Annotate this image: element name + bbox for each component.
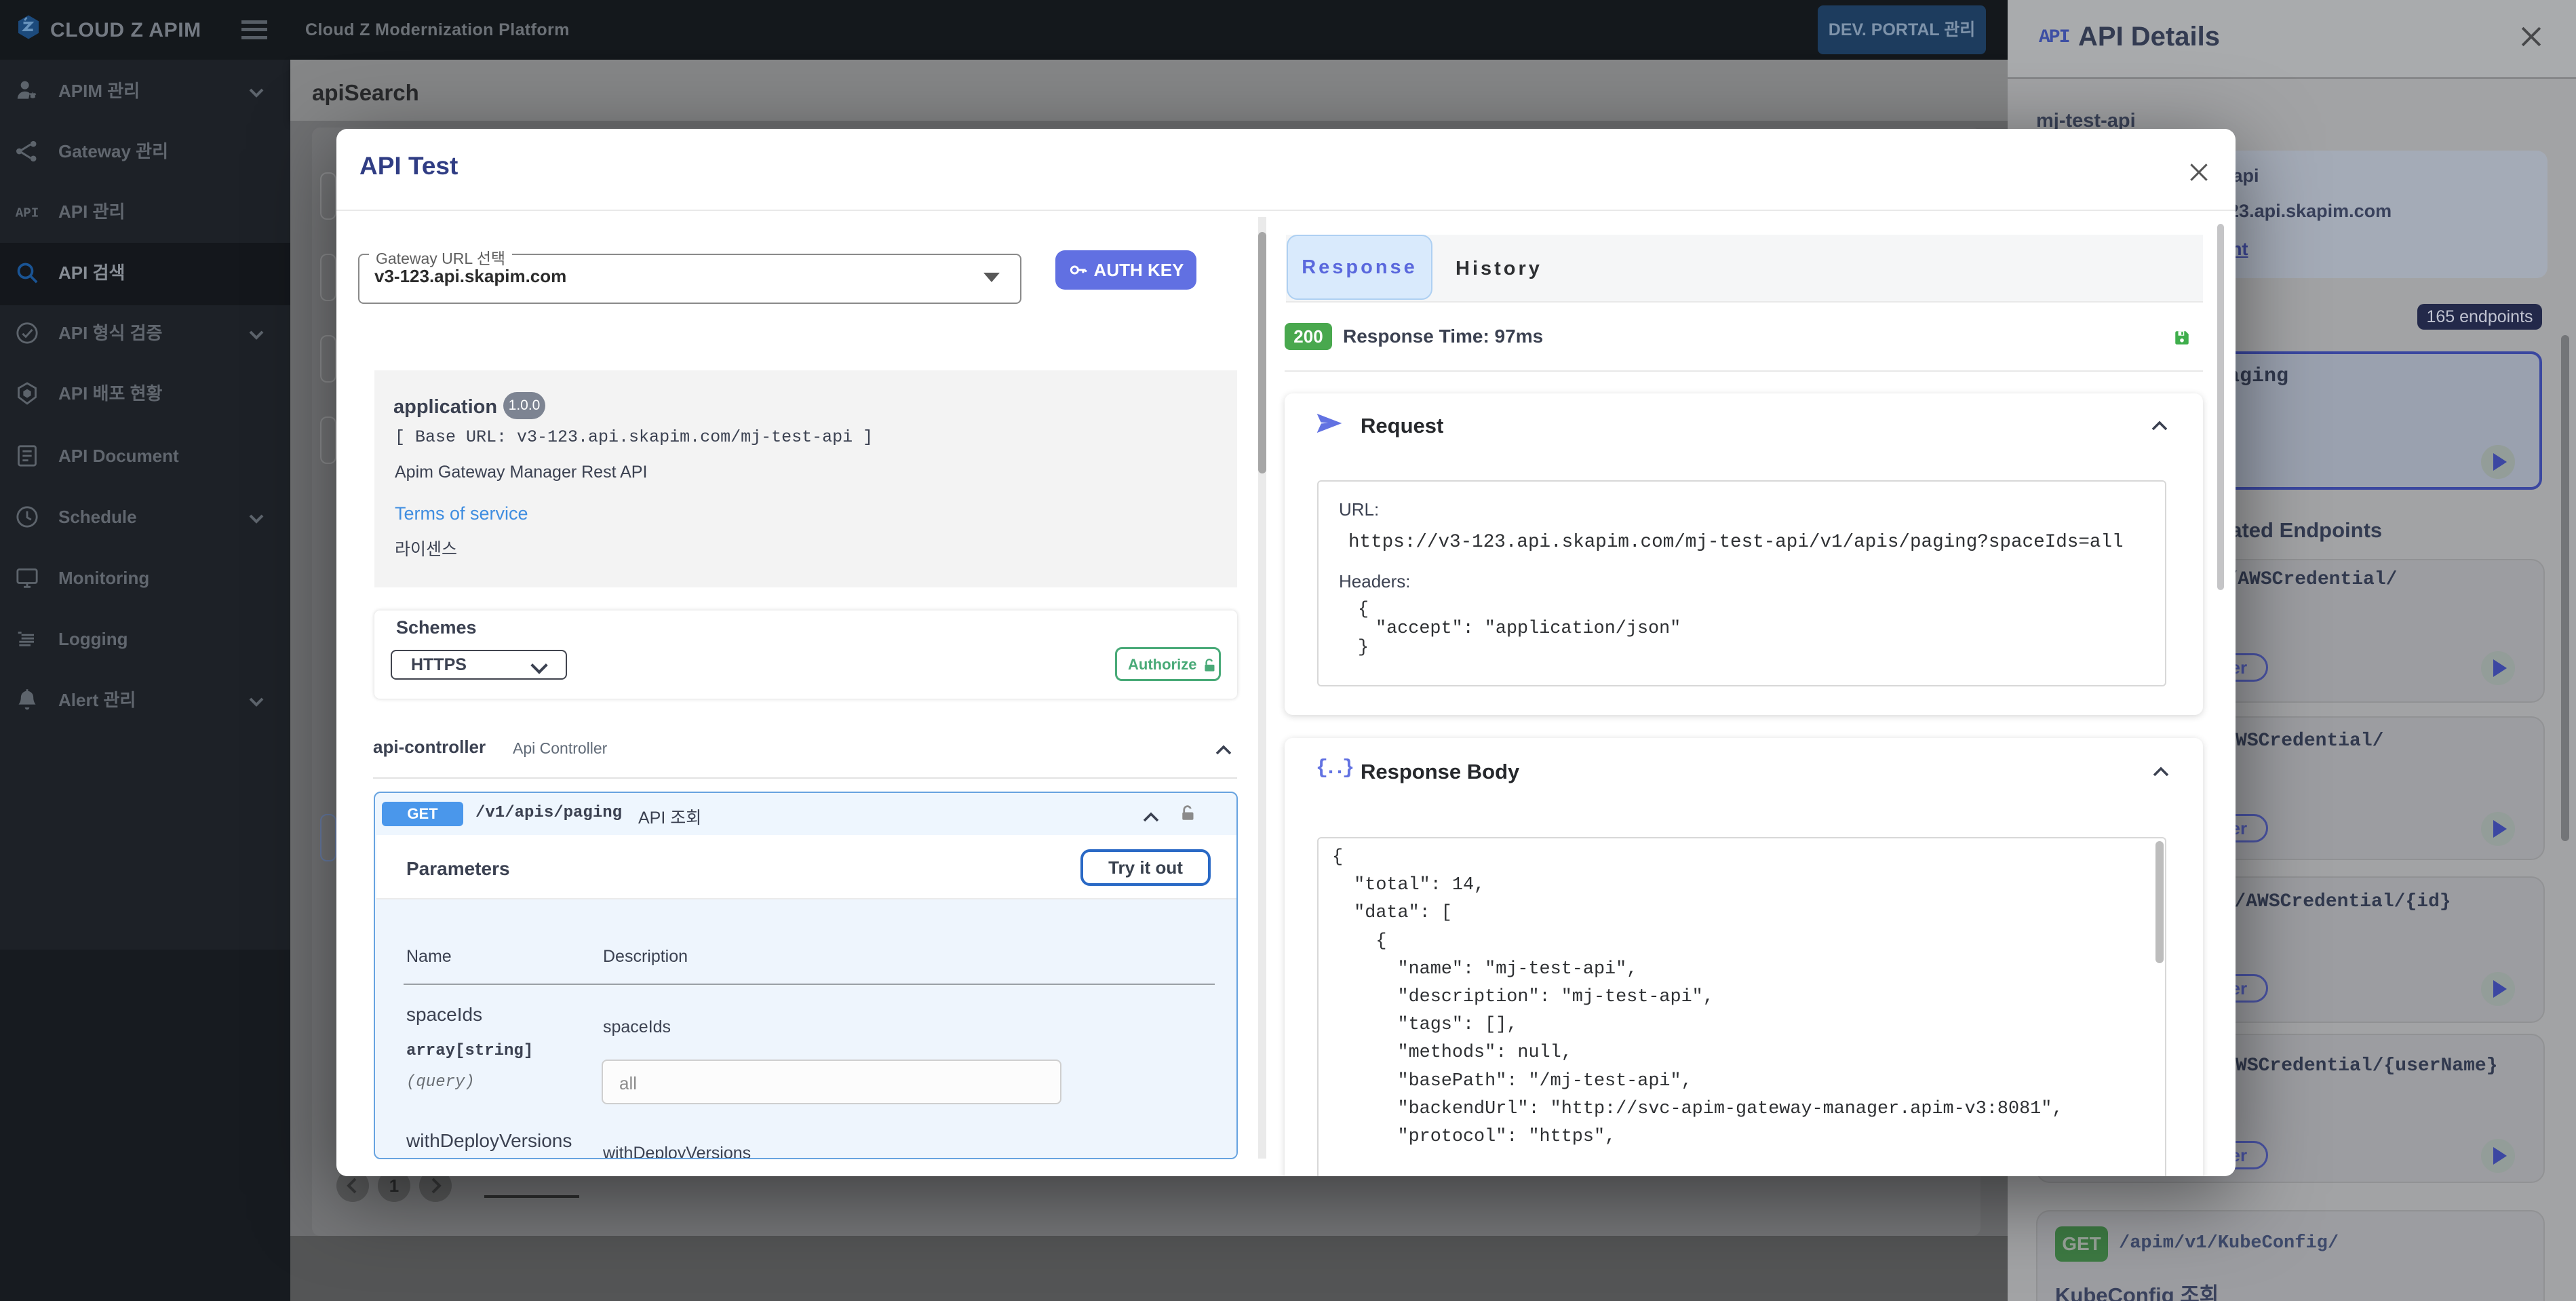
svg-text:API: API [16, 206, 39, 221]
